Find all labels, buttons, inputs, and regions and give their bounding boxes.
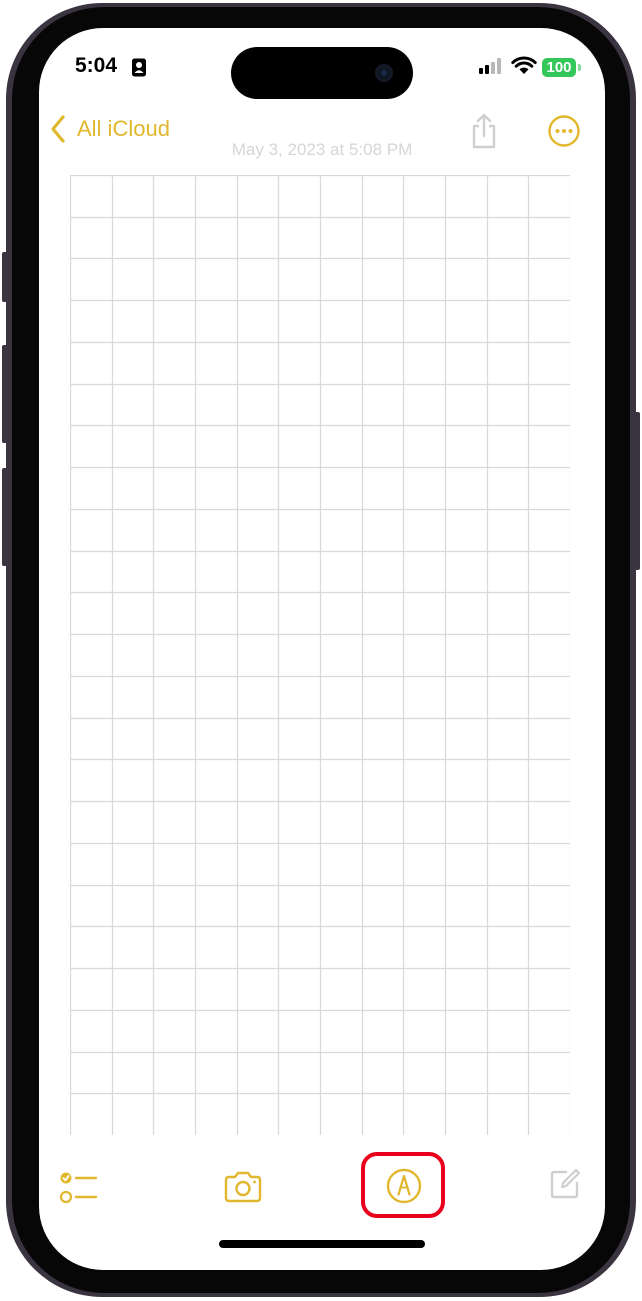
share-button[interactable] (469, 112, 499, 155)
screen: 5:04 100 All iCloud May 3, 2023 at 5:08 … (39, 28, 605, 1270)
more-button[interactable] (547, 114, 581, 153)
markup-highlight-annotation (361, 1152, 445, 1218)
camera-button[interactable] (223, 1170, 263, 1209)
dynamic-island (231, 47, 413, 99)
status-time: 5:04 (75, 54, 118, 77)
graph-paper-canvas[interactable] (70, 175, 570, 1135)
checklist-button[interactable] (59, 1170, 99, 1211)
wifi-icon (511, 56, 537, 74)
note-date: May 3, 2023 at 5:08 PM (231, 140, 413, 159)
front-camera (375, 64, 393, 82)
home-indicator[interactable] (219, 1240, 425, 1248)
person-id-icon (132, 58, 146, 77)
cellular-signal-icon (479, 58, 501, 74)
action-button (2, 252, 8, 302)
battery-tip (578, 64, 581, 71)
checklist-icon (59, 1172, 98, 1204)
back-button-label: All iCloud (77, 116, 170, 141)
power-button (634, 412, 640, 570)
volume-down-button (2, 468, 8, 566)
compose-icon (550, 1168, 581, 1199)
camera-icon (224, 1171, 262, 1203)
volume-up-button (2, 345, 8, 443)
ellipsis-circle-icon (548, 115, 580, 147)
compose-button[interactable] (549, 1168, 581, 1205)
share-icon (472, 113, 496, 149)
battery-indicator: 100 (542, 58, 576, 77)
